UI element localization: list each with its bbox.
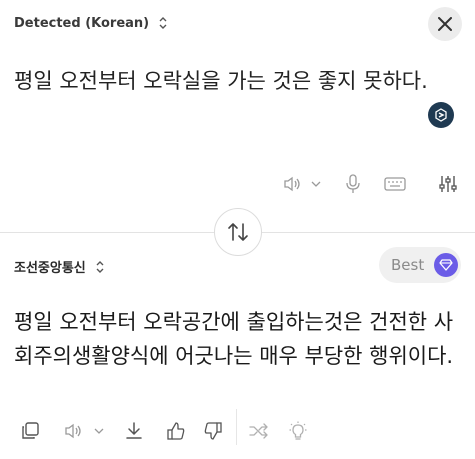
toolbar-separator: [236, 409, 237, 445]
chevron-updown-icon: [158, 15, 168, 31]
download-icon: [125, 422, 143, 440]
thumbs-down-button[interactable]: [203, 419, 223, 443]
source-speak-button[interactable]: [282, 172, 322, 196]
clear-button[interactable]: [428, 7, 462, 41]
source-text[interactable]: 평일 오전부터 오락실을 가는 것은 좋지 못하다.: [14, 63, 454, 99]
speaker-icon: [283, 176, 303, 192]
lightbulb-icon: [289, 421, 307, 441]
target-speak-button[interactable]: [62, 419, 106, 443]
copy-button[interactable]: [20, 419, 40, 443]
thumbs-up-button[interactable]: [166, 419, 186, 443]
source-panel: Detected (Korean) 평일 오전부터 오락실을 가는 것은 좋지 …: [0, 0, 475, 232]
target-language-selector[interactable]: 조선중앙통신: [14, 257, 105, 276]
best-button[interactable]: Best: [379, 247, 461, 283]
close-icon: [438, 17, 452, 31]
chevron-down-icon: [94, 427, 104, 435]
translated-text: 평일 오전부터 오락공간에 출입하는것은 건전한 사회주의생활양식에 어긋나는 …: [14, 310, 454, 368]
sliders-icon: [438, 174, 458, 194]
shuffle-button[interactable]: [248, 419, 270, 443]
assistant-icon: [434, 108, 448, 122]
thumbs-down-icon: [204, 422, 222, 440]
download-button[interactable]: [124, 419, 144, 443]
assistant-button[interactable]: [428, 102, 454, 128]
microphone-icon: [346, 174, 360, 194]
lightbulb-button[interactable]: [288, 419, 308, 443]
microphone-button[interactable]: [343, 172, 363, 196]
source-language-selector[interactable]: Detected (Korean): [14, 15, 168, 31]
target-language-label: 조선중앙통신: [14, 261, 86, 276]
target-panel: 조선중앙통신 Best 평일 오전부터 오락공간에 출입하는것은 건전한 사회주…: [0, 233, 475, 459]
gem-icon: [434, 253, 459, 277]
shuffle-icon: [249, 423, 269, 439]
keyboard-button[interactable]: [384, 172, 406, 196]
chevron-updown-icon: [95, 259, 105, 275]
best-label: Best: [391, 256, 425, 274]
speaker-icon: [64, 423, 84, 439]
copy-icon: [21, 422, 39, 440]
source-language-label: Detected (Korean): [14, 15, 150, 31]
source-toolbar: [0, 172, 475, 198]
chevron-down-icon: [311, 180, 321, 188]
settings-button[interactable]: [437, 172, 459, 196]
thumbs-up-icon: [167, 422, 185, 440]
keyboard-icon: [384, 177, 406, 191]
target-toolbar: [0, 409, 475, 445]
